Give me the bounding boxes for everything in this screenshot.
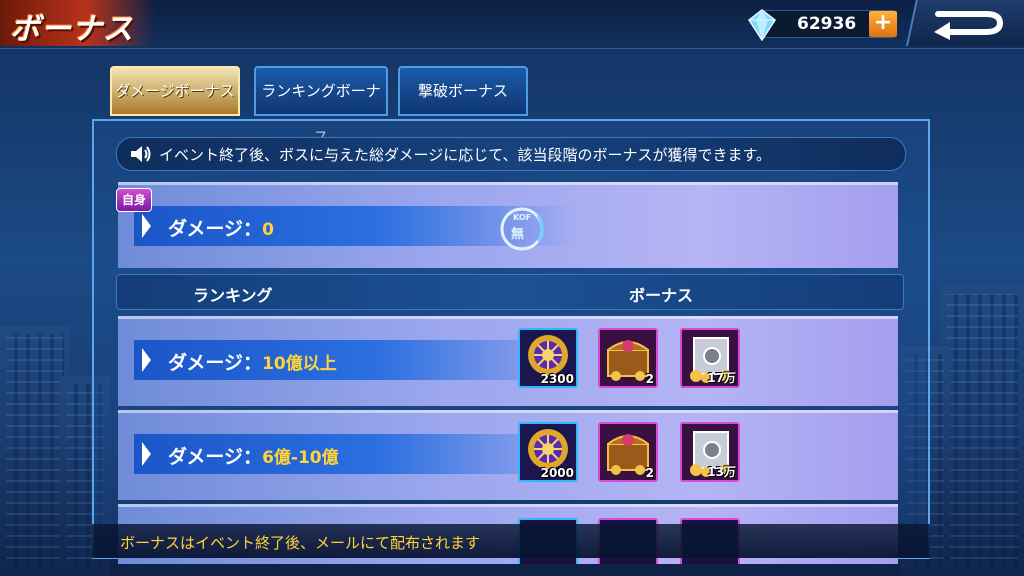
damage-range: 10億以上 [262, 354, 337, 374]
row-label: ダメージ：10億以上 [168, 348, 337, 375]
reward-count: 17万 [707, 371, 736, 385]
safe-reward[interactable]: 17万 [680, 328, 740, 388]
damage-label: ダメージ： [168, 352, 263, 374]
safe-reward[interactable]: 13万 [680, 422, 740, 482]
reward-count: 2300 [540, 372, 574, 386]
ranking-column-header: ランキング [193, 286, 273, 305]
footer-note-text: ボーナスはイベント終了後、メールにて配布されます [120, 534, 481, 552]
tab-damage-bonus[interactable]: ダメージボーナス [110, 66, 240, 116]
kof-stamp-icon: KOF 無 [500, 207, 544, 251]
speaker-icon [131, 146, 151, 162]
add-currency-button[interactable]: + [869, 11, 897, 37]
medal-reward[interactable]: 2300 [518, 328, 578, 388]
reward-count: 2 [645, 372, 654, 386]
list-item: ダメージ：6億-10億 2000 2 13万 [118, 410, 898, 500]
page-title: ボーナス [10, 12, 134, 47]
reward-count: 2 [645, 466, 654, 480]
medal-reward[interactable]: 2000 [518, 422, 578, 482]
footer-note: ボーナスはイベント終了後、メールにて配布されます [92, 524, 930, 558]
reward-count: 2000 [540, 466, 574, 480]
currency-box: 62936 + [747, 9, 897, 41]
damage-label: ダメージ： [168, 218, 263, 240]
damage-range: 6億-10億 [262, 448, 339, 468]
notice-text: イベント終了後、ボスに与えた総ダメージに応じて、該当段階のボーナスが獲得できます… [159, 146, 772, 164]
tab-defeat-bonus[interactable]: 撃破ボーナス [398, 66, 528, 116]
self-badge: 自身 [116, 188, 152, 212]
notice-bar: イベント終了後、ボスに与えた総ダメージに応じて、該当段階のボーナスが獲得できます… [116, 137, 906, 171]
chevron-right-icon [142, 348, 151, 372]
diamond-icon [747, 9, 777, 41]
bonus-column-header: ボーナス [629, 286, 694, 305]
tab-ranking-bonus[interactable]: ランキングボーナス [254, 66, 388, 146]
chest-reward[interactable]: 2 [598, 422, 658, 482]
column-header: ランキング ボーナス [116, 274, 904, 310]
chest-reward[interactable]: 2 [598, 328, 658, 388]
chevron-right-icon [142, 214, 151, 238]
currency-display: 62936 + [744, 6, 897, 41]
row-label-plate: ダメージ：6億-10億 [134, 434, 574, 474]
currency-value: 62936 [797, 14, 857, 34]
my-damage-value: 0 [262, 220, 274, 240]
chevron-right-icon [142, 442, 151, 466]
row-label-plate: ダメージ：10億以上 [134, 340, 574, 380]
list-item: ダメージ：10億以上 2300 2 17万 [118, 316, 898, 406]
row-label: ダメージ：6億-10億 [168, 442, 339, 469]
stamp-text: 無 [511, 226, 524, 242]
reward-count: 13万 [707, 465, 736, 479]
return-arrow-icon[interactable] [926, 6, 1010, 40]
svg-text:KOF: KOF [513, 213, 531, 222]
damage-label: ダメージ： [168, 446, 263, 468]
row-label: ダメージ：0 [168, 214, 274, 241]
